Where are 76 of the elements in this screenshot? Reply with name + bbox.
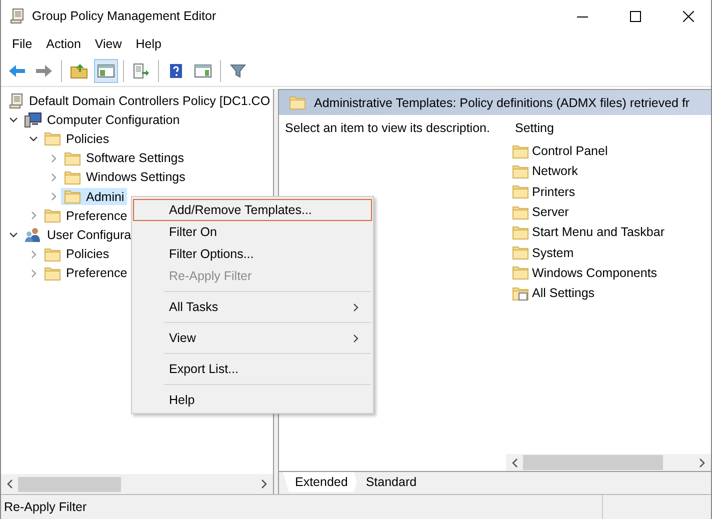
tree-pane-icon [97, 63, 115, 79]
status-text: Re-Apply Filter [3, 500, 88, 514]
folder-icon [512, 245, 529, 260]
folder-icon [512, 184, 529, 200]
tree-item[interactable]: Admini [61, 188, 128, 206]
scroll-icon [8, 92, 24, 109]
computer-icon [24, 112, 42, 128]
folder-icon [289, 95, 306, 110]
folder-icon [64, 150, 81, 166]
folder-icon [512, 265, 529, 280]
users-icon [24, 226, 42, 243]
menu-item[interactable]: Filter Options... [133, 243, 372, 265]
folder-icon [44, 208, 61, 224]
list-item[interactable]: Printers [512, 182, 576, 202]
tree-item[interactable]: Default Domain Controllers Policy [DC1.CO [5, 92, 274, 110]
back-arrow-icon [8, 64, 26, 78]
tree-item[interactable]: Policies [41, 246, 112, 263]
list-item[interactable]: All Settings [512, 283, 595, 304]
scrollbar-thumb[interactable] [523, 455, 663, 470]
header-title: Administrative Templates: Policy definitions (ADMX files) retrieved fr [314, 96, 690, 110]
tree-item[interactable]: Windows Settings [61, 168, 188, 186]
folder-icon [64, 189, 81, 204]
menu-item[interactable]: View [88, 37, 129, 51]
menu-item[interactable]: View [133, 327, 372, 349]
folder-icon [512, 224, 529, 240]
menu-item[interactable]: Add/Remove Templates... [133, 199, 372, 221]
list-item[interactable]: Control Panel [512, 141, 608, 162]
list-item[interactable]: Server [512, 202, 569, 222]
menu-item[interactable]: File [5, 37, 40, 51]
tree-item[interactable]: Computer Configuration [21, 110, 183, 129]
action-pane-icon [194, 63, 212, 79]
folder-icon [64, 170, 81, 185]
maximize-icon [630, 10, 640, 22]
scroll-right-icon[interactable] [699, 458, 706, 468]
folder-up-icon [70, 63, 88, 79]
scroll-icon [9, 8, 25, 24]
folder-icon [512, 164, 529, 179]
menu-item[interactable]: Action [39, 37, 88, 51]
tree-item[interactable]: Policies [41, 130, 112, 148]
filter-icon [230, 63, 246, 79]
tree-item[interactable]: Preference [41, 264, 130, 282]
settings-folder-icon [512, 286, 529, 301]
scroll-left-icon[interactable] [511, 458, 518, 468]
help-icon [168, 63, 184, 79]
toolbar-button[interactable] [94, 59, 118, 83]
forward-arrow-icon [35, 64, 53, 78]
window-title: Group Policy Management Editor [32, 9, 218, 23]
folder-icon [44, 131, 61, 146]
folder-icon [44, 266, 61, 281]
scrollbar-thumb[interactable] [18, 476, 121, 492]
list-item[interactable]: Network [512, 161, 578, 182]
chevron-right-icon[interactable] [48, 192, 58, 202]
scroll-left-icon[interactable] [6, 479, 13, 489]
tree-item[interactable]: User Configura [21, 226, 134, 244]
menu-item[interactable]: Filter On [133, 221, 372, 243]
column-header[interactable]: Setting [512, 121, 554, 141]
list-item[interactable]: System [512, 242, 574, 263]
chevron-right-icon[interactable] [28, 211, 38, 220]
close-icon [682, 10, 694, 22]
tree-item[interactable]: Preference [41, 207, 130, 224]
menu-item[interactable]: Help [128, 37, 168, 51]
description-text: Select an item to view its description. [284, 121, 491, 137]
folder-icon [512, 144, 529, 159]
chevron-down-icon[interactable] [8, 230, 18, 240]
menu-item[interactable]: Export List... [133, 358, 372, 380]
menu-item[interactable]: Help [133, 389, 372, 411]
folder-icon [512, 204, 529, 220]
chevron-down-icon[interactable] [28, 134, 38, 144]
menu-item[interactable]: All Tasks [133, 296, 372, 318]
export-list-icon [132, 63, 150, 79]
scroll-right-icon[interactable] [261, 479, 268, 489]
tree-item[interactable]: Software Settings [61, 150, 187, 167]
list-item[interactable]: Windows Components [512, 262, 658, 284]
list-item[interactable]: Start Menu and Taskbar [512, 222, 664, 242]
chevron-down-icon[interactable] [8, 115, 18, 124]
folder-icon [44, 246, 61, 262]
